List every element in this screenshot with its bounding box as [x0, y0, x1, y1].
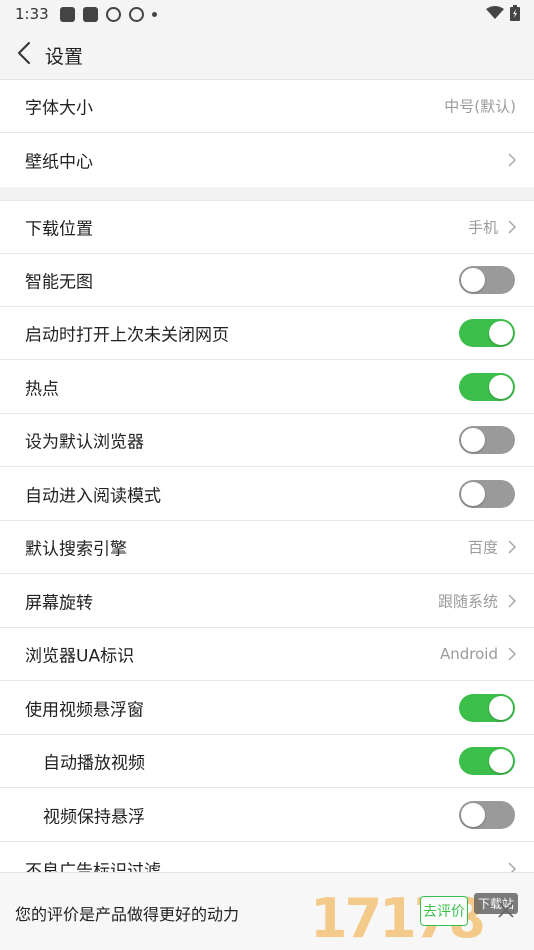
setting-value: 跟随系统: [437, 592, 498, 610]
setting-search-engine[interactable]: 默认搜索引擎 百度: [0, 521, 534, 574]
toggle-knob: [461, 481, 485, 506]
toggle-knob: [461, 268, 485, 292]
status-time: 1:33: [15, 5, 49, 23]
setting-label: 壁纸中心: [25, 152, 93, 173]
close-icon[interactable]: [497, 901, 515, 919]
setting-smart-no-image: 智能无图: [0, 254, 534, 307]
chevron-right-icon: [508, 220, 517, 234]
toggle-knob: [461, 802, 485, 827]
setting-label: 启动时打开上次未关闭网页: [25, 325, 229, 346]
setting-restore-pages: 启动时打开上次未关闭网页: [0, 307, 534, 360]
auto-reading-mode-toggle[interactable]: [459, 479, 515, 508]
smart-no-image-toggle[interactable]: [459, 266, 515, 294]
restore-pages-toggle[interactable]: [459, 319, 515, 347]
toggle-knob: [461, 428, 485, 452]
toggle-knob: [489, 321, 513, 345]
page-title: 设置: [45, 46, 84, 68]
setting-label: 热点: [25, 379, 59, 399]
wifi-icon: [486, 6, 504, 19]
setting-default-browser: 设为默认浏览器: [0, 414, 534, 467]
setting-label: 智能无图: [25, 272, 93, 293]
setting-wallpaper[interactable]: 壁纸中心: [0, 133, 534, 187]
status-right: [486, 5, 520, 21]
setting-label: 自动进入阅读模式: [25, 486, 161, 506]
setting-floating-video: 使用视频悬浮窗: [0, 681, 534, 735]
setting-value: 手机: [467, 218, 498, 237]
default-browser-toggle[interactable]: [459, 426, 515, 454]
setting-label: 自动播放视频: [43, 753, 145, 774]
autoplay-video-toggle[interactable]: [459, 747, 515, 775]
setting-label: 屏幕旋转: [25, 593, 93, 613]
keep-floating-toggle[interactable]: [459, 800, 515, 829]
app-notification-icon: [83, 6, 98, 22]
battery-icon: [510, 5, 520, 21]
back-arrow-icon[interactable]: [14, 40, 38, 66]
setting-label: 浏览器UA标识: [25, 646, 135, 667]
setting-value: Android: [440, 645, 498, 663]
floating-video-toggle[interactable]: [459, 693, 515, 722]
qq-notification-icon: [60, 6, 75, 22]
chevron-right-icon: [508, 647, 517, 661]
setting-value: 中号(默认): [444, 97, 516, 116]
notification-icons: [60, 6, 157, 22]
setting-auto-reading-mode: 自动进入阅读模式: [0, 467, 534, 521]
setting-download-location[interactable]: 下载位置 手机: [0, 201, 534, 254]
setting-screen-rotation[interactable]: 屏幕旋转 跟随系统: [0, 574, 534, 628]
status-bar: 1:33: [0, 0, 534, 28]
setting-font-size[interactable]: 字体大小 中号(默认): [0, 80, 534, 133]
browser-notification-icon-2: [129, 6, 144, 22]
setting-hot-topics: 热点: [0, 360, 534, 414]
chevron-right-icon: [508, 540, 517, 554]
more-notifications-icon: [152, 11, 157, 17]
toggle-knob: [489, 749, 513, 773]
section-divider: [0, 187, 534, 201]
chevron-right-icon: [508, 153, 517, 167]
browser-notification-icon: [106, 6, 121, 22]
toggle-knob: [489, 374, 513, 399]
rate-button[interactable]: 去评价: [420, 896, 468, 926]
setting-label: 下载位置: [25, 219, 93, 240]
chevron-right-icon: [508, 593, 517, 608]
setting-label: 使用视频悬浮窗: [25, 700, 144, 720]
setting-user-agent[interactable]: 浏览器UA标识 Android: [0, 628, 534, 681]
setting-label: 默认搜索引擎: [25, 539, 127, 560]
rating-prompt-text: 您的评价是产品做得更好的动力: [15, 905, 240, 924]
title-bar: 设置: [0, 28, 534, 80]
setting-label: 设为默认浏览器: [25, 432, 144, 453]
setting-label: 字体大小: [25, 98, 93, 119]
toggle-knob: [489, 695, 513, 720]
setting-autoplay-video: 自动播放视频: [0, 735, 534, 788]
setting-keep-floating: 视频保持悬浮: [0, 788, 534, 842]
setting-label: 视频保持悬浮: [43, 807, 145, 827]
setting-value: 百度: [467, 538, 498, 557]
hot-topics-toggle[interactable]: [459, 372, 515, 401]
rating-prompt-bar: 您的评价是产品做得更好的动力 17178 去评价 下载站: [0, 872, 534, 950]
